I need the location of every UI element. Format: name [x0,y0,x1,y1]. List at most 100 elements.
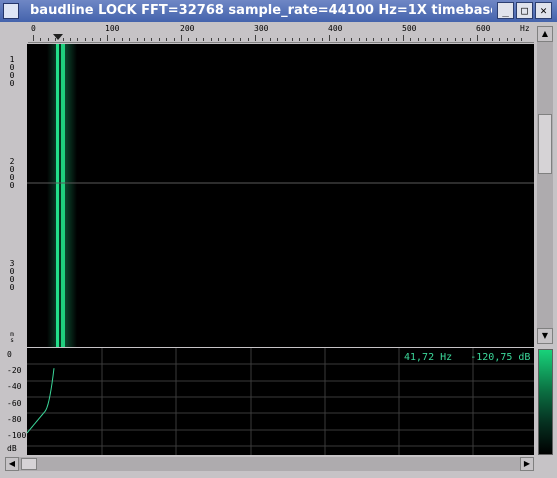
ruler-label: 0 [31,24,36,33]
db-label: -20 [7,366,22,375]
title-bar: baudline LOCK FFT=32768 sample_rate=4410… [0,0,557,23]
ruler-tick [107,35,108,41]
spectrum-trace [27,368,55,434]
minimize-button[interactable]: _ [497,2,514,19]
ruler-tick [425,38,427,41]
frequency-ruler[interactable]: 0 100 200 300 400 500 600 Hz [28,22,534,43]
horizontal-scrollbar[interactable]: ◀ ▶ [5,457,534,471]
scroll-left-icon[interactable]: ◀ [5,457,19,471]
ruler-tick [306,38,308,41]
scroll-down-icon[interactable]: ▼ [537,328,553,344]
ruler-tick [240,38,242,41]
horizontal-scroll-thumb[interactable] [21,458,37,470]
time-label-2000: 2000 [9,157,15,190]
ruler-tick [477,35,478,41]
ruler-label: 200 [180,24,195,33]
ruler-tick [329,35,330,41]
db-unit: dB [7,444,17,453]
ruler-tick [84,38,86,41]
ruler-tick [33,35,34,41]
ruler-tick [129,38,131,41]
ruler-tick [499,38,501,41]
ruler-tick [121,38,123,41]
vertical-scroll-thumb[interactable] [538,114,552,174]
ruler-tick [173,38,175,41]
ruler-tick [247,38,249,41]
close-button[interactable]: ✕ [535,2,552,19]
ruler-tick [410,38,412,41]
ruler-tick [514,38,515,41]
ruler-tick [395,38,397,41]
scroll-up-icon[interactable]: ▲ [537,26,553,42]
ruler-tick [92,38,94,41]
ruler-tick [62,38,64,41]
ruler-tick [440,38,441,41]
time-label-3000: 3000 [9,259,15,292]
db-label: -80 [7,415,22,424]
db-axis: 0 -20 -40 -60 -80 -100 dB [5,348,27,456]
window-title: baudline LOCK FFT=32768 sample_rate=4410… [30,3,492,18]
ruler-tick [343,38,345,41]
ruler-tick [40,38,42,41]
readout-frequency: 41,72 Hz [404,352,453,363]
ruler-tick [373,38,375,41]
ruler-tick [277,38,279,41]
ruler-label: 500 [402,24,417,33]
color-scale-bar[interactable] [538,349,553,455]
ruler-unit: Hz [520,24,530,33]
ruler-tick [506,38,508,41]
ruler-tick [314,38,316,41]
ruler-tick [336,38,338,41]
ruler-tick [255,35,256,41]
ruler-tick [232,38,234,41]
ruler-tick [351,38,353,41]
ruler-tick [521,38,523,41]
time-axis: 1000 2000 3000 ms [5,42,27,348]
time-label-1000: 1000 [9,55,15,88]
waterfall-display[interactable] [27,44,534,347]
waterfall-graphic [27,44,534,347]
spectrum-graphic [27,348,534,455]
ruler-tick [432,38,434,41]
ruler-tick [195,38,197,41]
spectrum-display[interactable] [27,348,534,455]
ruler-tick [225,38,227,41]
ruler-tick [158,38,160,41]
ruler-tick [70,38,71,41]
ruler-tick [491,38,493,41]
ruler-tick [99,38,101,41]
ruler-label: 100 [105,24,120,33]
ruler-tick [299,38,301,41]
ruler-tick [403,35,404,41]
ruler-tick [188,38,190,41]
ruler-tick [136,38,138,41]
ruler-tick [218,38,219,41]
db-label: -40 [7,382,22,391]
ruler-tick [284,38,286,41]
ruler-tick [203,38,205,41]
ruler-tick [114,38,116,41]
maximize-button[interactable]: □ [516,2,533,19]
ruler-tick [484,38,486,41]
ruler-tick [47,38,49,41]
ruler-tick [55,38,57,41]
readout-level: -120,75 dB [470,352,531,363]
ruler-tick [292,38,293,41]
ruler-label: 600 [476,24,491,33]
ruler-tick [144,38,145,41]
app-menu-icon[interactable] [3,3,19,19]
ruler-tick [380,38,382,41]
ruler-tick [77,38,79,41]
cursor-readout: 41,72 Hz -120,75 dB [404,352,530,363]
ruler-label: 400 [328,24,343,33]
ruler-tick [321,38,323,41]
db-label: -60 [7,399,22,408]
ruler-tick [417,38,419,41]
ruler-label: 300 [254,24,269,33]
ruler-tick [269,38,271,41]
ruler-tick [469,38,471,41]
scroll-right-icon[interactable]: ▶ [520,457,534,471]
ruler-tick [454,38,456,41]
vertical-scrollbar[interactable]: ▲ ▼ [537,26,553,344]
ruler-tick [262,38,264,41]
